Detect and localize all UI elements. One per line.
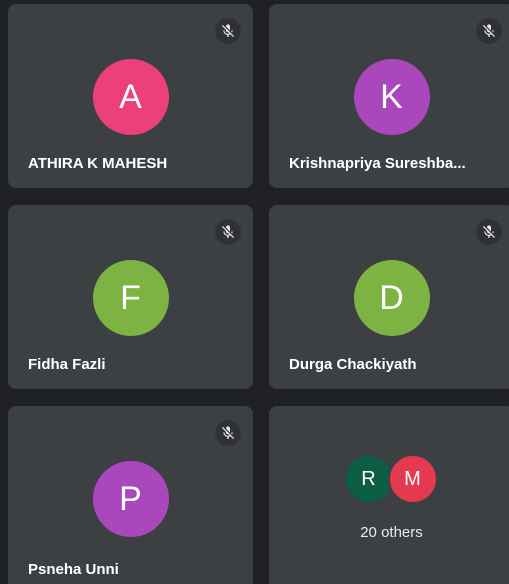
avatar: M bbox=[387, 454, 438, 504]
participant-name: Psneha Unni bbox=[28, 561, 119, 578]
participant-name: Durga Chackiyath bbox=[289, 356, 417, 373]
participant-tile[interactable]: F Fidha Fazli bbox=[8, 205, 253, 389]
mic-off-icon bbox=[215, 18, 241, 44]
mic-off-icon bbox=[215, 420, 241, 446]
participant-tile[interactable]: A ATHIRA K MAHESH bbox=[8, 4, 253, 188]
participant-name: ATHIRA K MAHESH bbox=[28, 155, 168, 172]
mic-off-icon bbox=[215, 219, 241, 245]
participant-tile[interactable]: D Durga Chackiyath bbox=[269, 205, 509, 389]
participant-name: Krishnapriya Sureshba... bbox=[289, 155, 466, 172]
participant-name: Fidha Fazli bbox=[28, 356, 106, 373]
avatar: F bbox=[92, 260, 169, 336]
avatar: R bbox=[343, 454, 394, 504]
others-avatar-stack: R M bbox=[343, 454, 440, 504]
mic-off-icon bbox=[476, 219, 502, 245]
avatar: P bbox=[92, 461, 169, 537]
participant-tile[interactable]: P Psneha Unni bbox=[8, 406, 253, 584]
participant-tile[interactable]: K Krishnapriya Sureshba... bbox=[269, 4, 509, 188]
avatar: D bbox=[353, 260, 430, 336]
avatar: A bbox=[92, 59, 169, 135]
others-count-label: 20 others bbox=[360, 524, 423, 541]
mic-off-icon bbox=[476, 18, 502, 44]
others-tile[interactable]: R M 20 others bbox=[269, 406, 509, 584]
participant-grid: A ATHIRA K MAHESH K Krishnapriya Sureshb… bbox=[0, 0, 509, 584]
avatar: K bbox=[353, 59, 430, 135]
